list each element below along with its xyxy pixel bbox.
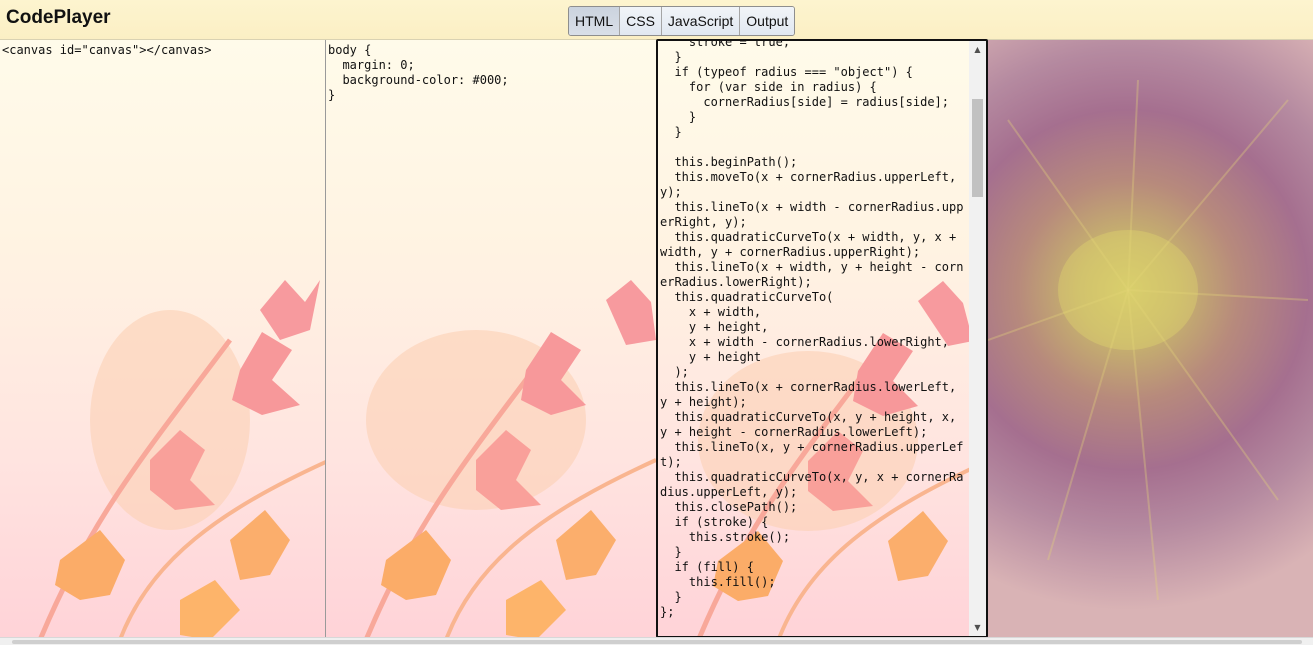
javascript-code[interactable]: stroke = true; } if (typeof radius === "… [658,41,972,620]
header-bar: CodePlayer HTML CSS JavaScript Output [0,0,1313,40]
toggle-output-button[interactable]: Output [739,7,795,35]
vertical-scrollbar[interactable]: ▲ ▼ [969,41,986,636]
toggle-css-button[interactable]: CSS [619,7,661,35]
toggle-html-button[interactable]: HTML [569,7,620,35]
output-canvas-pane[interactable] [988,40,1313,637]
scroll-up-icon[interactable]: ▲ [969,41,986,58]
output-canvas-art [988,79,1309,601]
html-editor-pane[interactable]: <canvas id="canvas"></canvas> [0,40,326,637]
horizontal-scrollbar-thumb[interactable] [12,640,1302,644]
html-code[interactable]: <canvas id="canvas"></canvas> [0,40,325,61]
code-player-app: CodePlayer HTML CSS JavaScript Output <c… [0,0,1313,645]
app-logo: CodePlayer [6,7,111,28]
css-editor-pane[interactable]: body { margin: 0; background-color: #000… [326,40,656,637]
toggle-javascript-button[interactable]: JavaScript [660,7,740,35]
javascript-editor-pane[interactable]: stroke = true; } if (typeof radius === "… [656,39,988,638]
panel-toggle-group: HTML CSS JavaScript Output [568,6,796,36]
css-code[interactable]: body { margin: 0; background-color: #000… [326,40,656,106]
leaf-background-art [0,40,325,637]
horizontal-scrollbar[interactable] [0,637,1313,645]
scrollbar-thumb[interactable] [972,99,983,197]
leaf-background-art [326,40,656,637]
scroll-down-icon[interactable]: ▼ [969,619,986,636]
